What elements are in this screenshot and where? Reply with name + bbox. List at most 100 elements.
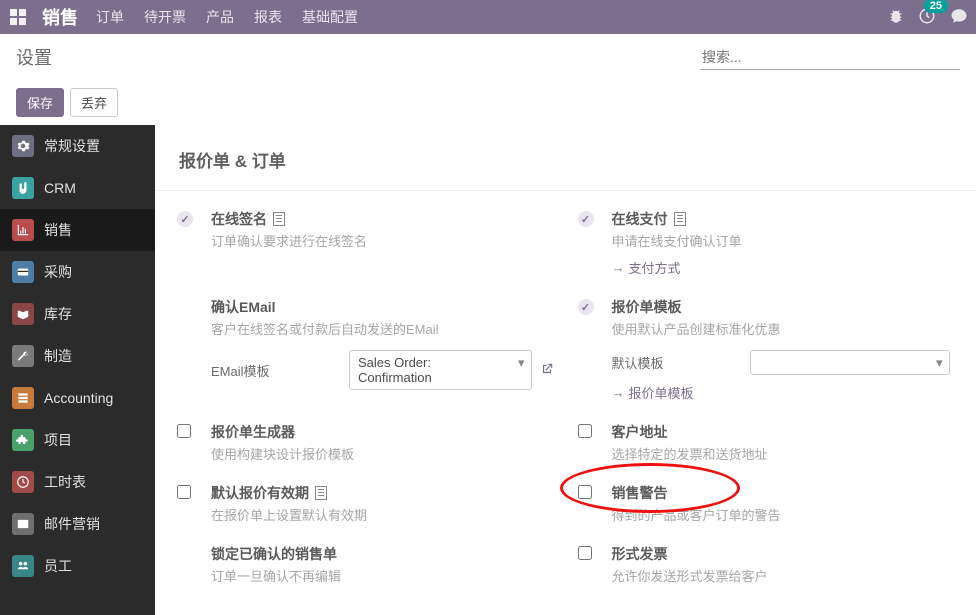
default-template-select[interactable] — [750, 350, 950, 375]
sidebar-label: 员工 — [44, 556, 72, 576]
activities-badge: 25 — [924, 0, 948, 13]
setting-online-payment: 在线支付 申请在线支付确认订单 支付方式 — [566, 195, 967, 283]
control-panel: 设置 保存 丢弃 — [0, 34, 976, 125]
sidebar-icon — [12, 387, 34, 409]
doc-icon[interactable] — [674, 212, 686, 226]
sidebar-label: 销售 — [44, 220, 72, 240]
title: 默认报价有效期 — [211, 483, 309, 503]
sidebar-item-1[interactable]: CRM — [0, 167, 155, 209]
sidebar-label: 项目 — [44, 430, 72, 450]
nav-config[interactable]: 基础配置 — [302, 7, 358, 27]
nav-to-invoice[interactable]: 待开票 — [144, 7, 186, 27]
title: 在线签名 — [211, 209, 267, 229]
setting-sale-warning: 销售警告 得到的产品或客户订单的警告 — [566, 469, 967, 530]
checkbox-sale-warning[interactable] — [578, 485, 592, 499]
sidebar-label: 常规设置 — [44, 136, 100, 156]
title: 报价单生成器 — [211, 422, 295, 442]
sidebar-label: CRM — [44, 180, 76, 196]
sidebar-item-2[interactable]: 销售 — [0, 209, 155, 251]
sidebar-label: 制造 — [44, 346, 72, 366]
activities-icon[interactable]: 25 — [918, 7, 936, 28]
search-input[interactable] — [700, 45, 960, 70]
page-title: 设置 — [16, 44, 52, 70]
desc: 订单确认要求进行在线签名 — [211, 231, 554, 250]
title: 报价单模板 — [612, 297, 682, 317]
setting-default-validity: 默认报价有效期 在报价单上设置默认有效期 — [165, 469, 566, 530]
sidebar-label: 邮件营销 — [44, 514, 100, 534]
setting-confirm-email: 确认EMail 客户在线签名或付款后自动发送的EMail EMail模板 Sal… — [165, 283, 566, 408]
link-quote-template[interactable]: 报价单模板 — [612, 383, 955, 402]
link-payment-methods[interactable]: 支付方式 — [612, 258, 955, 277]
title: 确认EMail — [211, 297, 276, 317]
save-button[interactable]: 保存 — [16, 88, 64, 117]
doc-icon[interactable] — [315, 486, 327, 500]
checkbox-online-payment[interactable] — [578, 211, 594, 227]
sidebar-label: 工时表 — [44, 472, 86, 492]
desc: 使用构建块设计报价模板 — [211, 444, 554, 463]
sidebar-item-4[interactable]: 库存 — [0, 293, 155, 335]
title: 客户地址 — [612, 422, 668, 442]
checkbox-quote-builder[interactable] — [177, 424, 191, 438]
desc: 在报价单上设置默认有效期 — [211, 505, 554, 524]
section-title: 报价单 & 订单 — [155, 125, 976, 191]
sidebar-item-5[interactable]: 制造 — [0, 335, 155, 377]
desc: 得到的产品或客户订单的警告 — [612, 505, 955, 524]
sidebar-icon — [12, 555, 34, 577]
checkbox-default-validity[interactable] — [177, 485, 191, 499]
desc: 选择特定的发票和送货地址 — [612, 444, 955, 463]
desc: 客户在线签名或付款后自动发送的EMail — [211, 319, 554, 338]
apps-icon[interactable] — [8, 7, 28, 27]
desc: 允许你发送形式发票给客户 — [612, 566, 955, 585]
setting-online-signature: 在线签名 订单确认要求进行在线签名 — [165, 195, 566, 283]
setting-proforma: 形式发票 允许你发送形式发票给客户 — [566, 530, 967, 591]
brand-title: 销售 — [42, 4, 78, 30]
default-template-label: 默认模板 — [612, 353, 742, 372]
nav-orders[interactable]: 订单 — [96, 7, 124, 27]
discard-button[interactable]: 丢弃 — [70, 88, 118, 117]
sidebar-icon — [12, 303, 34, 325]
sidebar-icon — [12, 471, 34, 493]
sidebar-icon — [12, 345, 34, 367]
nav-reports[interactable]: 报表 — [254, 7, 282, 27]
title: 形式发票 — [612, 544, 668, 564]
sidebar-label: 采购 — [44, 262, 72, 282]
setting-lock-confirmed: 锁定已确认的销售单 订单一旦确认不再编辑 — [165, 530, 566, 591]
sidebar-label: Accounting — [44, 390, 113, 406]
debug-icon[interactable] — [888, 8, 904, 27]
chat-icon[interactable] — [950, 7, 968, 28]
sidebar-item-3[interactable]: 采购 — [0, 251, 155, 293]
title: 在线支付 — [612, 209, 668, 229]
settings-content: 报价单 & 订单 在线签名 订单确认要求进行在线签名 在线支付 申请在线支付确认… — [155, 125, 976, 615]
checkbox-customer-address[interactable] — [578, 424, 592, 438]
desc: 使用默认产品创建标准化优惠 — [612, 319, 955, 338]
sidebar-icon — [12, 429, 34, 451]
sidebar-item-10[interactable]: 员工 — [0, 545, 155, 587]
setting-customer-address: 客户地址 选择特定的发票和送货地址 — [566, 408, 967, 469]
title: 锁定已确认的销售单 — [211, 544, 337, 564]
setting-quote-template: 报价单模板 使用默认产品创建标准化优惠 默认模板 报价单模板 — [566, 283, 967, 408]
sidebar-icon — [12, 261, 34, 283]
sidebar-icon — [12, 177, 34, 199]
sidebar-item-9[interactable]: 邮件营销 — [0, 503, 155, 545]
email-template-label: EMail模板 — [211, 361, 341, 380]
settings-sidebar: 常规设置 CRM 销售采购库存制造 Accounting 项目工时表邮件营销员工 — [0, 125, 155, 615]
sidebar-item-8[interactable]: 工时表 — [0, 461, 155, 503]
doc-icon[interactable] — [273, 212, 285, 226]
checkbox-quote-template[interactable] — [578, 299, 594, 315]
setting-quote-builder: 报价单生成器 使用构建块设计报价模板 — [165, 408, 566, 469]
nav-products[interactable]: 产品 — [206, 7, 234, 27]
sidebar-item-0[interactable]: 常规设置 — [0, 125, 155, 167]
sidebar-icon — [12, 513, 34, 535]
checkbox-online-signature[interactable] — [177, 211, 193, 227]
external-link-icon[interactable] — [540, 362, 554, 379]
email-template-select[interactable]: Sales Order: Confirmation — [349, 350, 532, 390]
sidebar-label: 库存 — [44, 304, 72, 324]
title: 销售警告 — [612, 483, 668, 503]
top-navbar: 销售 订单 待开票 产品 报表 基础配置 25 — [0, 0, 976, 34]
desc: 申请在线支付确认订单 — [612, 231, 955, 250]
checkbox-proforma[interactable] — [578, 546, 592, 560]
sidebar-item-7[interactable]: 项目 — [0, 419, 155, 461]
sidebar-item-6[interactable]: Accounting — [0, 377, 155, 419]
desc: 订单一旦确认不再编辑 — [211, 566, 554, 585]
sidebar-icon — [12, 219, 34, 241]
